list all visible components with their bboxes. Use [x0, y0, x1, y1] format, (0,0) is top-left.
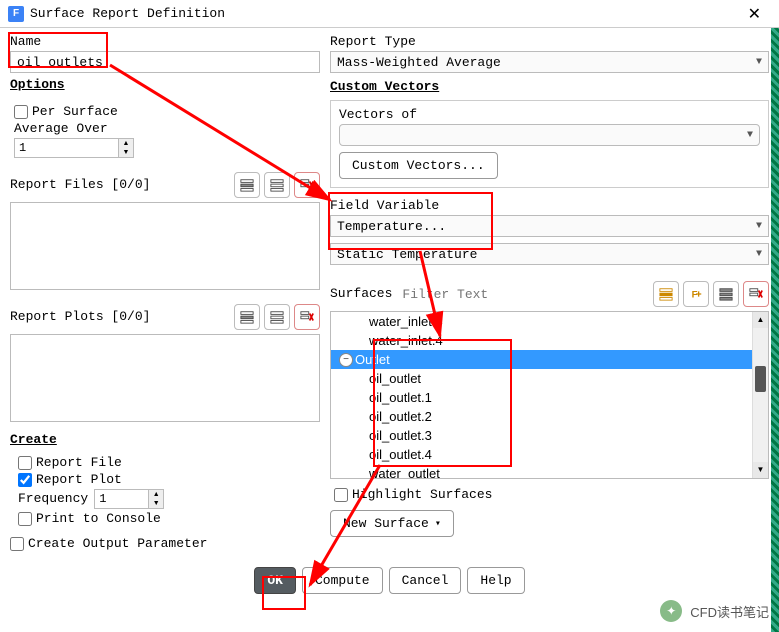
surfaces-clear-btn[interactable]	[743, 281, 769, 307]
report-plots-select-btn[interactable]	[234, 304, 260, 330]
highlight-checkbox[interactable]	[334, 488, 348, 502]
new-surface-button[interactable]: New Surface▾	[330, 510, 454, 537]
watermark: ✦ CFD读书笔记	[660, 600, 769, 622]
field-variable-dropdown[interactable]: Static Temperature▼	[330, 243, 769, 265]
report-type-label: Report Type	[330, 34, 769, 49]
titlebar: F Surface Report Definition ✕	[0, 0, 779, 28]
frequency-input[interactable]	[95, 490, 148, 508]
collapse-icon[interactable]: −	[339, 353, 353, 367]
surfaces-filter-input[interactable]	[396, 284, 653, 305]
compute-button[interactable]: Compute	[302, 567, 383, 594]
scrollbar[interactable]: ▲ ▼	[752, 312, 768, 478]
average-over-label: Average Over	[14, 121, 316, 136]
cancel-button[interactable]: Cancel	[389, 567, 462, 594]
custom-vectors-heading: Custom Vectors	[330, 79, 769, 94]
list-item[interactable]: water_inlet.4	[331, 331, 752, 350]
close-icon[interactable]: ✕	[738, 2, 771, 26]
average-over-input[interactable]	[15, 139, 118, 157]
name-input[interactable]	[10, 51, 320, 73]
list-item[interactable]: oil_outlet	[331, 369, 752, 388]
report-plots-list[interactable]	[10, 334, 320, 422]
create-heading: Create	[10, 432, 320, 447]
output-param-label: Create Output Parameter	[28, 536, 207, 551]
list-item[interactable]: oil_outlet.4	[331, 445, 752, 464]
field-category-dropdown[interactable]: Temperature...▼	[330, 215, 769, 237]
report-plots-clear-btn[interactable]	[294, 304, 320, 330]
vectors-of-dropdown[interactable]: ▼	[339, 124, 760, 146]
tree-group-outlet[interactable]: − Outlet	[331, 350, 752, 369]
report-file-label: Report File	[36, 455, 122, 470]
report-plot-checkbox[interactable]	[18, 473, 32, 487]
list-item[interactable]: oil_outlet.2	[331, 407, 752, 426]
report-files-label: Report Files [0/0]	[10, 177, 150, 192]
ok-button[interactable]: OK	[254, 567, 296, 594]
output-param-checkbox[interactable]	[10, 537, 24, 551]
spin-up-icon[interactable]: ▲	[119, 139, 133, 148]
report-files-list[interactable]	[10, 202, 320, 290]
chevron-down-icon: ▾	[435, 518, 441, 530]
wechat-icon: ✦	[660, 600, 682, 622]
print-console-checkbox[interactable]	[18, 512, 32, 526]
app-icon: F	[8, 6, 24, 22]
decorative-edge	[771, 28, 779, 632]
report-files-select-btn[interactable]	[234, 172, 260, 198]
list-item[interactable]: water_outlet	[331, 464, 752, 478]
surfaces-label: Surfaces	[330, 286, 392, 301]
surfaces-expand-btn[interactable]: F	[683, 281, 709, 307]
frequency-spinner[interactable]: ▲▼	[94, 489, 164, 509]
surfaces-list[interactable]: water_inlet.3 water_inlet.4 − Outlet oil…	[330, 311, 769, 479]
scroll-down-icon[interactable]: ▼	[753, 462, 768, 478]
button-bar: OK Compute Cancel Help	[0, 559, 779, 602]
chevron-down-icon: ▼	[756, 57, 762, 68]
print-console-label: Print to Console	[36, 511, 161, 526]
per-surface-label: Per Surface	[32, 104, 118, 119]
options-heading: Options	[10, 77, 320, 92]
surfaces-select-all-btn[interactable]	[713, 281, 739, 307]
help-button[interactable]: Help	[467, 567, 524, 594]
field-variable-label: Field Variable	[330, 198, 769, 213]
name-label: Name	[10, 34, 320, 49]
list-item[interactable]: water_inlet.3	[331, 312, 752, 331]
report-plots-deselect-btn[interactable]	[264, 304, 290, 330]
report-type-dropdown[interactable]: Mass-Weighted Average▼	[330, 51, 769, 73]
highlight-label: Highlight Surfaces	[352, 487, 492, 502]
spin-down-icon[interactable]: ▼	[149, 499, 163, 508]
chevron-down-icon: ▼	[756, 249, 762, 260]
average-over-spinner[interactable]: ▲▼	[14, 138, 134, 158]
svg-text:F: F	[692, 290, 698, 301]
window-title: Surface Report Definition	[30, 6, 225, 21]
scroll-up-icon[interactable]: ▲	[753, 312, 768, 328]
list-item[interactable]: oil_outlet.1	[331, 388, 752, 407]
spin-down-icon[interactable]: ▼	[119, 148, 133, 157]
list-item[interactable]: oil_outlet.3	[331, 426, 752, 445]
report-file-checkbox[interactable]	[18, 456, 32, 470]
scroll-thumb[interactable]	[755, 366, 766, 392]
spin-up-icon[interactable]: ▲	[149, 490, 163, 499]
report-files-clear-btn[interactable]	[294, 172, 320, 198]
per-surface-checkbox[interactable]	[14, 105, 28, 119]
chevron-down-icon: ▼	[756, 221, 762, 232]
chevron-down-icon: ▼	[747, 130, 753, 141]
frequency-label: Frequency	[18, 491, 88, 506]
report-plot-label: Report Plot	[36, 472, 122, 487]
custom-vectors-button[interactable]: Custom Vectors...	[339, 152, 498, 179]
surfaces-toggle-btn[interactable]	[653, 281, 679, 307]
vectors-of-label: Vectors of	[339, 107, 760, 122]
report-plots-label: Report Plots [0/0]	[10, 309, 150, 324]
report-files-deselect-btn[interactable]	[264, 172, 290, 198]
